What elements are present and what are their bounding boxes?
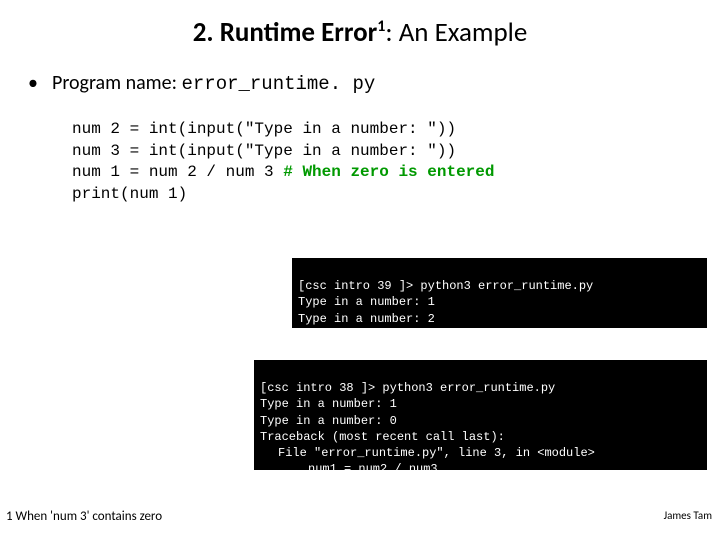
footnote-text: 1 When 'num 3' contains zero xyxy=(6,509,162,524)
term1-line-3: Type in a number: 2 xyxy=(298,312,435,326)
code-line-3: num 1 = num 2 / num 3 # When zero is ent… xyxy=(72,162,720,184)
term2-line-5: File "error_runtime.py", line 3, in <mod… xyxy=(260,445,595,461)
code-block: num 2 = int(input("Type in a number: "))… xyxy=(72,119,720,205)
bullet-filename: error_runtime. py xyxy=(181,73,375,95)
terminal-output-success: [csc intro 39 ]> python3 error_runtime.p… xyxy=(292,258,707,328)
term2-line-6: num1 = num2 / num3 xyxy=(260,461,438,477)
author-credit: James Tam xyxy=(664,509,712,522)
title-rest: : An Example xyxy=(385,16,527,49)
term2-line-4: Traceback (most recent call last): xyxy=(260,430,505,444)
term1-line-4: 0.5 xyxy=(298,328,320,342)
code-line-1: num 2 = int(input("Type in a number: ")) xyxy=(72,119,720,141)
term2-line-1: [csc intro 38 ]> python3 error_runtime.p… xyxy=(260,381,555,395)
term2-line-2: Type in a number: 1 xyxy=(260,397,397,411)
term2-line-7: ZeroDivisionError: division by zero xyxy=(260,478,512,492)
bullet-label: Program name: xyxy=(52,71,181,95)
term2-line-3: Type in a number: 0 xyxy=(260,414,397,428)
code-line-2: num 3 = int(input("Type in a number: ")) xyxy=(72,141,720,163)
code-comment: # When zero is entered xyxy=(283,163,494,181)
term1-line-2: Type in a number: 1 xyxy=(298,295,435,309)
bullet-line: •Program name: error_runtime. py xyxy=(28,71,720,95)
term1-line-1: [csc intro 39 ]> python3 error_runtime.p… xyxy=(298,279,593,293)
slide-title: 2. Runtime Error1: An Example xyxy=(0,0,720,49)
code-line-4: print(num 1) xyxy=(72,184,720,206)
terminal-output-error: [csc intro 38 ]> python3 error_runtime.p… xyxy=(254,360,707,470)
title-bold: Runtime Error1 xyxy=(220,16,386,49)
bullet-dot-icon: • xyxy=(28,71,52,95)
title-number: 2. xyxy=(193,16,214,49)
